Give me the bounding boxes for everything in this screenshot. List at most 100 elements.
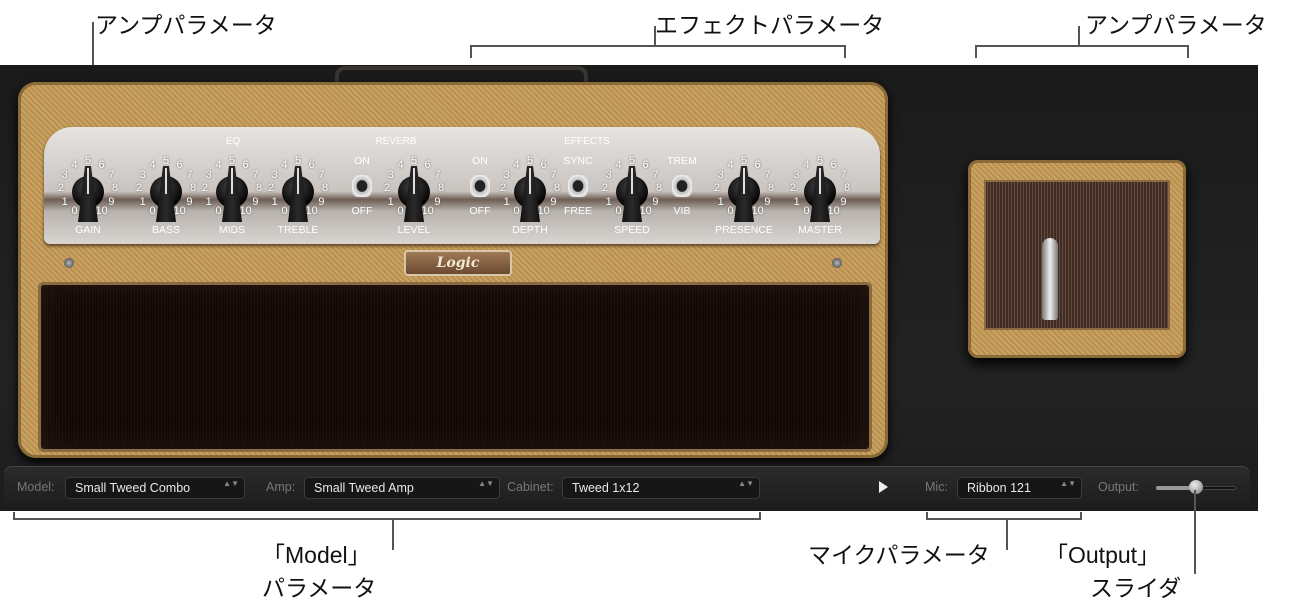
knob-scale-label: 8 <box>112 182 119 194</box>
callout-model-line1: 「Model」 <box>262 542 371 568</box>
cabinet-grille <box>984 180 1170 330</box>
knob-scale-label: 6 <box>424 158 431 171</box>
knob-scale-label: 7 <box>434 168 441 181</box>
knob-scale-label: 7 <box>764 168 771 181</box>
knob-scale-label: 2 <box>136 182 143 194</box>
knob-scale-label: 8 <box>256 182 263 194</box>
knob-scale-label: 0 <box>615 205 622 218</box>
knob-scale-label: 1 <box>717 195 724 208</box>
knob-scale-label: 4 <box>803 158 810 171</box>
knob-scale-label: 1 <box>205 195 212 208</box>
screw-icon <box>64 258 74 268</box>
knob-scale-label: 9 <box>186 195 193 208</box>
knob-speed[interactable]: 0 1 2 3 4 5 6 7 8 9 10 SPEED <box>602 150 662 240</box>
knob-scale-label: 2 <box>202 182 209 194</box>
knob-scale-label: 8 <box>844 182 851 194</box>
mic-label: Mic: <box>925 480 948 494</box>
amp-select[interactable]: Small Tweed Amp ▲▼ <box>304 477 500 499</box>
toggle-switch-trem-vib[interactable] <box>672 175 692 197</box>
knob-scale-label: 10 <box>827 205 840 218</box>
mic-select[interactable]: Ribbon 121 ▲▼ <box>957 477 1082 499</box>
knob-scale-label: 4 <box>215 158 222 171</box>
knob-scale-label: 2 <box>602 182 609 194</box>
knob-scale-label: 6 <box>176 158 183 171</box>
knob-label: DEPTH <box>512 224 548 236</box>
knob-scale-label: 9 <box>764 195 771 208</box>
disclosure-triangle-icon[interactable] <box>879 481 888 493</box>
toggle-switch-sync-free[interactable] <box>568 175 588 197</box>
knob-scale-label: 0 <box>803 205 810 218</box>
toggle-switch-effects-on-off[interactable] <box>470 175 490 197</box>
callout-output-line2: スライダ <box>1090 575 1182 601</box>
knob-scale-label: 7 <box>108 168 115 181</box>
stepper-icon: ▲▼ <box>223 479 239 488</box>
knob-scale-label: 9 <box>840 195 847 208</box>
knob-scale-label: 2 <box>714 182 721 194</box>
screw-icon <box>832 258 842 268</box>
model-select[interactable]: Small Tweed Combo ▲▼ <box>65 477 245 499</box>
amp-label: Amp: <box>266 480 296 494</box>
knob-scale-label: 9 <box>434 195 441 208</box>
callout-mic-params: マイクパラメータ <box>808 542 990 568</box>
knob-presence[interactable]: 0 1 2 3 4 5 6 7 8 9 10 PRESENCE <box>714 150 774 240</box>
toggle-switch-reverb-on-off[interactable] <box>352 175 372 197</box>
knob-scale-label: 7 <box>652 168 659 181</box>
toggle-bottom-label: OFF <box>469 205 491 217</box>
speaker-grille <box>38 282 872 452</box>
knob-scale-label: 5 <box>229 155 236 167</box>
knob-level[interactable]: 0 1 2 3 4 5 6 7 8 9 10 LEVEL <box>384 150 444 240</box>
knob-scale-label: 0 <box>149 205 156 218</box>
knob-scale-label: 8 <box>322 182 329 194</box>
knob-scale-label: 4 <box>397 158 404 171</box>
toggle-top-label: TREM <box>667 155 697 167</box>
knob-scale-label: 3 <box>205 168 212 181</box>
knob-scale-label: 7 <box>318 168 325 181</box>
knob-scale-label: 10 <box>751 205 764 218</box>
knob-label: TREBLE <box>277 224 319 236</box>
microphone-icon[interactable] <box>1042 238 1058 320</box>
knob-scale-label: 4 <box>281 158 288 171</box>
knob-scale-label: 7 <box>840 168 847 181</box>
knob-scale-label: 8 <box>554 182 561 194</box>
knob-scale-label: 3 <box>717 168 724 181</box>
knob-scale-label: 6 <box>98 158 105 171</box>
knob-scale-label: 0 <box>215 205 222 218</box>
cabinet-select[interactable]: Tweed 1x12 ▲▼ <box>562 477 760 499</box>
knob-scale-label: 4 <box>727 158 734 171</box>
knob-scale-label: 1 <box>387 195 394 208</box>
toggle-top-label: SYNC <box>563 155 593 167</box>
knob-scale-label: 3 <box>139 168 146 181</box>
knob-scale-label: 3 <box>503 168 510 181</box>
knob-scale-label: 10 <box>173 205 186 218</box>
knob-treble[interactable]: 0 1 2 3 4 5 6 7 8 9 10 TREBLE <box>268 150 328 240</box>
knob-label: SPEED <box>614 224 650 236</box>
knob-scale-label: 5 <box>817 155 824 167</box>
callout-amp-params-right: アンプパラメータ <box>1085 12 1267 38</box>
knob-label: GAIN <box>75 224 101 236</box>
output-slider-thumb[interactable] <box>1189 480 1203 494</box>
knob-gain[interactable]: 0 1 2 3 4 5 6 7 8 9 10 GAIN <box>58 150 118 240</box>
knob-scale-label: 4 <box>71 158 78 171</box>
knob-scale-label: 9 <box>252 195 259 208</box>
knob-depth[interactable]: 0 1 2 3 4 5 6 7 8 9 10 DEPTH <box>500 150 560 240</box>
output-label: Output: <box>1098 480 1139 494</box>
knob-scale-label: 9 <box>318 195 325 208</box>
knob-scale-label: 1 <box>271 195 278 208</box>
knob-scale-label: 6 <box>642 158 649 171</box>
knob-scale-label: 5 <box>527 155 534 167</box>
knob-scale-label: 0 <box>727 205 734 218</box>
knob-scale-label: 4 <box>615 158 622 171</box>
knob-master[interactable]: 0 1 2 3 4 5 6 7 8 9 10 MASTER <box>790 150 850 240</box>
knob-scale-label: 8 <box>656 182 663 194</box>
knob-scale-label: 10 <box>537 205 550 218</box>
knob-scale-label: 9 <box>108 195 115 208</box>
stepper-icon: ▲▼ <box>1060 479 1076 488</box>
callout-model-line2: パラメータ <box>262 575 377 601</box>
section-eq: EQ <box>142 136 324 150</box>
knob-scale-label: 0 <box>513 205 520 218</box>
knob-scale-label: 5 <box>411 155 418 167</box>
knob-scale-label: 10 <box>95 205 108 218</box>
knob-scale-label: 10 <box>239 205 252 218</box>
knob-scale-label: 3 <box>605 168 612 181</box>
knob-scale-label: 6 <box>830 158 837 171</box>
